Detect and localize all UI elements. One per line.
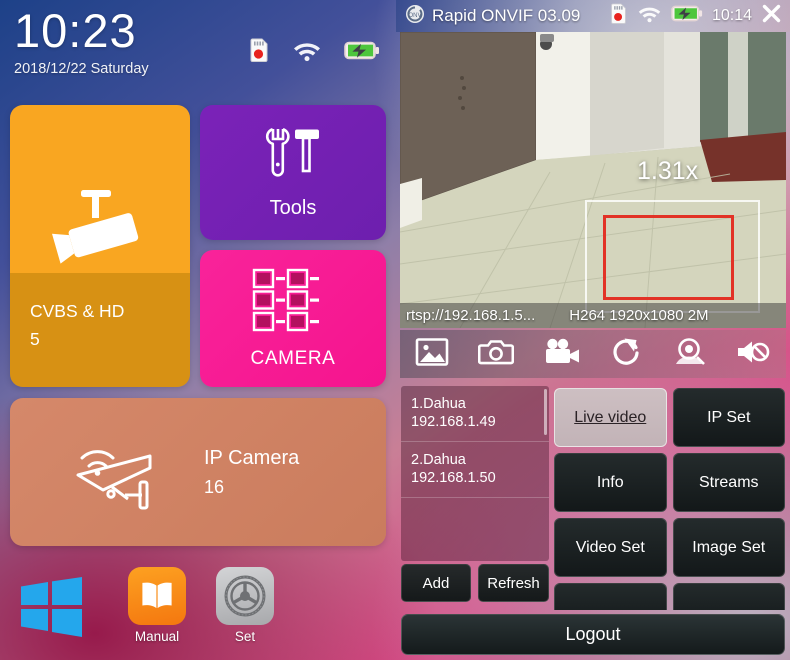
device-list-scrollbar[interactable] [544,389,547,435]
tile-cvbs-hd[interactable]: CVBS & HD 5 [10,105,190,387]
tile-cvbs-label: CVBS & HD [30,301,125,321]
launcher-panel: 10:23 2018/12/22 Saturday CVBS & HD 5 To… [0,0,396,660]
device-list-actions: Add Refresh [401,564,549,602]
wrench-hammer-icon [261,126,325,193]
action-button-grid: Live video IP Set Info Streams Video Set… [554,388,785,610]
dock-item-manual[interactable]: Manual [128,567,186,644]
wireless-camera-icon [72,427,164,518]
device-ip: 192.168.1.49 [411,414,496,430]
button-video-set[interactable]: Video Set [554,518,667,577]
cctv-camera-icon [41,190,159,277]
mute-speaker-icon[interactable] [735,337,771,372]
rapid-onvif-app: ONV Rapid ONVIF 03.09 10:14 1.31x rtsp:/… [396,0,790,660]
record-icon[interactable] [543,337,581,372]
dock-item-set[interactable]: Set [216,567,274,644]
clock-time: 10:23 [14,4,137,57]
video-info-bar: rtsp://192.168.1.5... H264 1920x1080 2M [400,303,786,328]
rotate-refresh-icon[interactable] [611,336,643,372]
button-row4-left[interactable] [554,583,667,610]
tile-camera-label: CAMERA [250,347,336,369]
wifi-icon [292,39,322,67]
app-titlebar-status: 10:14 [609,3,782,29]
app-clock: 10:14 [711,7,752,24]
camera-grid-icon [252,268,334,337]
windows-logo-icon [16,572,86,647]
launcher-status-icons [248,38,380,67]
live-video-preview[interactable]: 1.31x rtsp://192.168.1.5... H264 1920x10… [400,32,786,328]
ptz-camera-icon[interactable] [672,337,706,372]
gear-icon [216,567,274,625]
logout-button[interactable]: Logout [401,614,785,655]
tile-ip-camera[interactable]: IP Camera 16 [10,398,386,546]
snapshot-icon[interactable] [477,337,515,372]
button-row4-right[interactable] [672,583,785,610]
dock-item-set-label: Set [234,629,256,644]
launcher-dock: Manual Set [0,560,396,660]
button-ip-set[interactable]: IP Set [672,388,785,447]
tile-cvbs-count: 5 [30,329,40,350]
app-title: Rapid ONVIF 03.09 [432,6,581,25]
gallery-icon[interactable] [415,337,449,372]
button-live-video[interactable]: Live video [554,388,667,447]
sdcard-icon [248,38,270,67]
button-streams[interactable]: Streams [672,453,785,512]
tile-cvbs-text: CVBS & HD 5 [30,297,124,354]
tile-ip-camera-label: IP Camera [204,446,300,469]
refresh-button[interactable]: Refresh [478,564,549,602]
dock-item-windows[interactable] [16,572,86,647]
media-toolbar [400,330,786,378]
clock-widget: 10:23 2018/12/22 Saturday [14,6,149,77]
device-list[interactable]: 1.Dahua 192.168.1.49 2.Dahua 192.168.1.5… [401,386,549,561]
wifi-icon [637,4,662,28]
device-name: 2.Dahua [411,452,466,468]
add-button[interactable]: Add [401,564,471,602]
dock-item-manual-label: Manual [134,629,180,644]
button-info[interactable]: Info [554,453,667,512]
zoom-inner-rect[interactable] [603,215,734,300]
tile-camera[interactable]: CAMERA [200,250,386,387]
book-icon [128,567,186,625]
battery-charging-icon [344,40,380,66]
sdcard-icon [609,3,628,29]
tile-tools-label: Tools [269,196,317,219]
rtsp-url-label: rtsp://192.168.1.5... [406,307,536,324]
tile-ip-camera-text: IP Camera 16 [204,447,299,498]
stream-info-label: H264 1920x1080 2M [569,307,709,324]
close-icon[interactable] [761,3,782,29]
tile-ip-camera-count: 16 [204,476,225,497]
app-titlebar: ONV Rapid ONVIF 03.09 10:14 [396,0,790,32]
device-ip: 192.168.1.50 [411,470,496,486]
app-logo-icon: ONV [405,4,425,29]
battery-charging-icon [671,4,703,28]
device-name: 1.Dahua [411,396,466,412]
button-image-set[interactable]: Image Set [672,518,785,577]
list-item[interactable]: 1.Dahua 192.168.1.49 [401,386,549,442]
tile-tools[interactable]: Tools [200,105,386,240]
svg-text:ONV: ONV [408,13,421,19]
clock-date: 2018/12/22 Saturday [14,60,149,77]
zoom-level-label: 1.31x [637,157,699,185]
list-item[interactable]: 2.Dahua 192.168.1.50 [401,442,549,498]
